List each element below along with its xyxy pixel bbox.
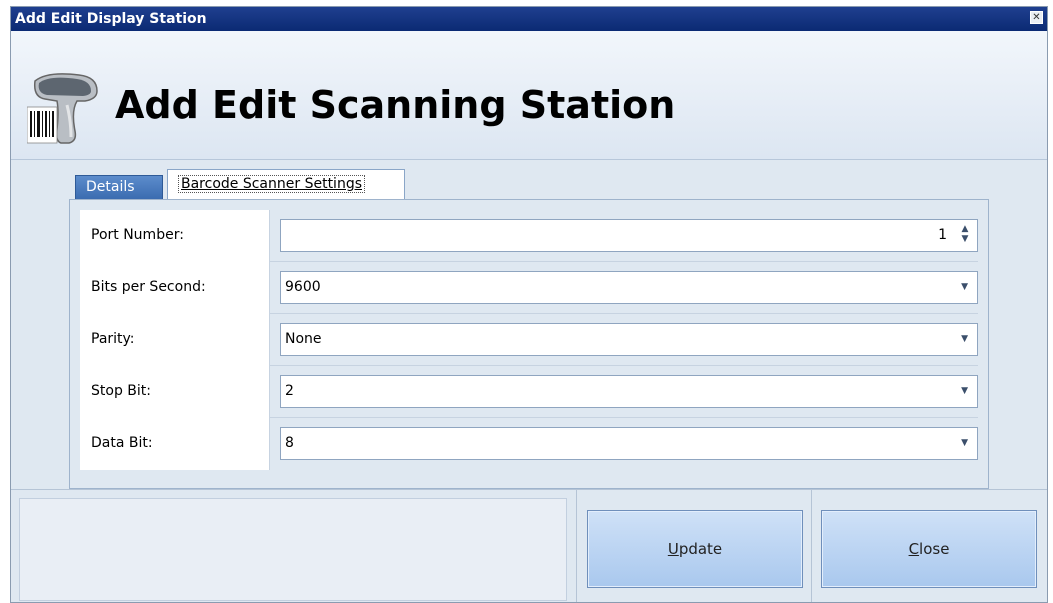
dialog-window: Add Edit Display Station ✕ Add Edit Scan… — [10, 6, 1048, 603]
window-close-icon[interactable]: ✕ — [1030, 11, 1043, 24]
stop-bit-value: 2 — [285, 383, 294, 399]
barcode-scanner-icon — [26, 71, 107, 149]
data-bit-label: Data Bit: — [80, 418, 270, 470]
footer-divider — [576, 490, 577, 602]
data-bit-value: 8 — [285, 435, 294, 451]
title-bar[interactable]: Add Edit Display Station ✕ — [11, 7, 1047, 31]
settings-panel: Port Number: 1 ▲ ▼ Bits per Second: 9600 … — [69, 199, 989, 489]
parity-value: None — [285, 331, 322, 347]
tab-barcode-scanner-settings-label: Barcode Scanner Settings — [178, 175, 365, 193]
close-button[interactable]: Close — [821, 510, 1037, 588]
update-button-label: Update — [667, 540, 723, 558]
parity-row: Parity: None ▼ — [80, 314, 978, 366]
footer-status-area — [19, 498, 567, 601]
window-title: Add Edit Display Station — [15, 11, 207, 27]
chevron-down-icon[interactable]: ▼ — [961, 376, 968, 407]
data-bit-row: Data Bit: 8 ▼ — [80, 418, 978, 470]
tab-barcode-scanner-settings[interactable]: Barcode Scanner Settings — [167, 169, 405, 199]
stop-bit-dropdown[interactable]: 2 ▼ — [280, 375, 978, 408]
parity-dropdown[interactable]: None ▼ — [280, 323, 978, 356]
chevron-down-icon[interactable]: ▼ — [961, 324, 968, 355]
bits-per-second-row: Bits per Second: 9600 ▼ — [80, 262, 978, 314]
header-banner: Add Edit Scanning Station — [11, 31, 1047, 160]
page-title: Add Edit Scanning Station — [115, 83, 676, 127]
port-number-label: Port Number: — [80, 210, 270, 262]
chevron-down-icon[interactable]: ▼ — [961, 428, 968, 459]
data-bit-dropdown[interactable]: 8 ▼ — [280, 427, 978, 460]
footer-bar: Update Close — [11, 489, 1047, 602]
parity-label: Parity: — [80, 314, 270, 366]
bits-per-second-value: 9600 — [285, 279, 321, 295]
spinner-arrows-icon[interactable]: ▲ ▼ — [959, 224, 971, 246]
port-number-value: 1 — [938, 227, 947, 243]
bits-per-second-label: Bits per Second: — [80, 262, 270, 314]
update-button[interactable]: Update — [587, 510, 803, 588]
port-number-row: Port Number: 1 ▲ ▼ — [80, 210, 978, 262]
port-number-spinner[interactable]: 1 ▲ ▼ — [280, 219, 978, 252]
chevron-down-icon[interactable]: ▼ — [961, 272, 968, 303]
stop-bit-row: Stop Bit: 2 ▼ — [80, 366, 978, 418]
stop-bit-label: Stop Bit: — [80, 366, 270, 418]
close-button-label: Close — [908, 540, 950, 558]
footer-divider — [811, 490, 812, 602]
bits-per-second-dropdown[interactable]: 9600 ▼ — [280, 271, 978, 304]
tab-details[interactable]: Details — [75, 175, 163, 199]
